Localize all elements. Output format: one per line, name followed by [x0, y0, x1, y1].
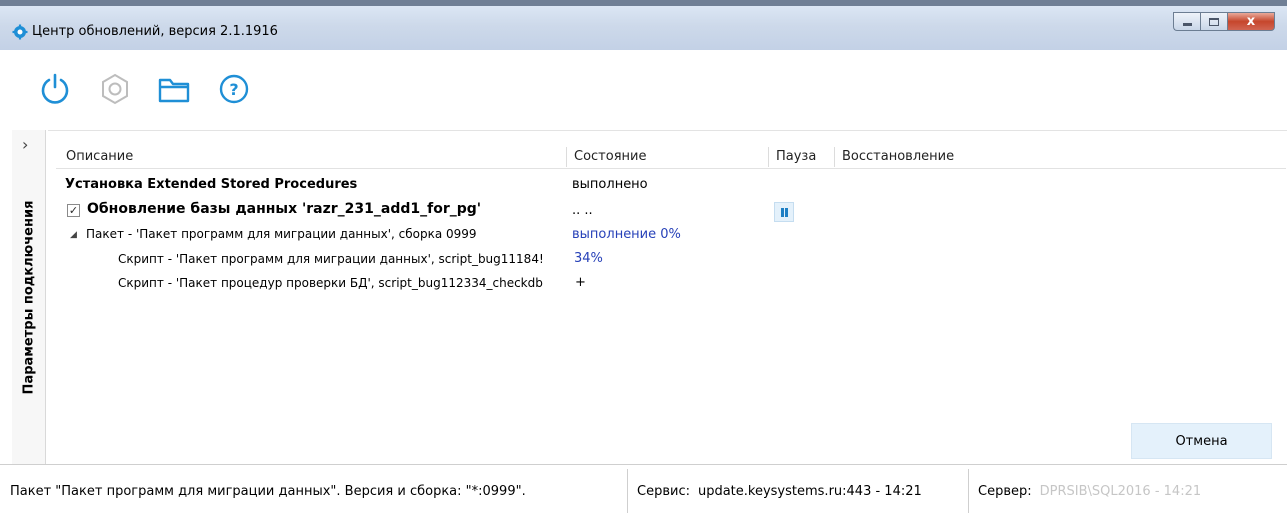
window-title: Центр обновлений, версия 2.1.1916	[32, 24, 278, 39]
table-row[interactable]: Скрипт - 'Пакет программ для миграции да…	[48, 251, 1278, 273]
table-row[interactable]: Установка Extended Stored Procedures вып…	[48, 177, 1278, 199]
column-restore[interactable]: Восстановление	[842, 149, 954, 164]
column-description[interactable]: Описание	[66, 149, 133, 164]
table-row[interactable]: Скрипт - 'Пакет процедур проверки БД', s…	[48, 275, 1278, 297]
row-status: .. ..	[572, 203, 593, 218]
column-status[interactable]: Состояние	[574, 149, 646, 164]
row-checkbox[interactable]: ✓	[67, 204, 80, 217]
table-row[interactable]: ◢ Пакет - 'Пакет программ для миграции д…	[48, 227, 1278, 249]
row-status: выполнено	[572, 177, 648, 192]
help-icon[interactable]: ?	[217, 72, 251, 106]
window-controls: x	[1173, 12, 1275, 31]
server-label: Сервер:	[978, 483, 1032, 499]
column-divider	[768, 147, 769, 167]
row-status: +	[575, 275, 586, 290]
column-divider	[566, 147, 567, 167]
toolbar: ?	[0, 50, 1287, 130]
title-bar: Центр обновлений, версия 2.1.1916 x	[0, 0, 1287, 50]
row-description: Скрипт - 'Пакет процедур проверки БД', s…	[118, 276, 543, 290]
app-gear-icon	[12, 24, 28, 40]
package-info: Пакет "Пакет программ для миграции данны…	[10, 483, 526, 499]
status-divider	[968, 469, 969, 513]
status-divider	[627, 469, 628, 513]
update-center-window: Центр обновлений, версия 2.1.1916 x ? › …	[0, 0, 1287, 516]
row-description: Пакет - 'Пакет программ для миграции дан…	[86, 227, 477, 241]
table-row[interactable]: ✓ Обновление базы данных 'razr_231_add1_…	[48, 201, 1278, 223]
row-status: 34%	[574, 251, 603, 266]
column-pause[interactable]: Пауза	[776, 149, 816, 164]
settings-icon[interactable]	[98, 72, 132, 106]
update-tasks-table: Описание Состояние Пауза Восстановление …	[48, 130, 1287, 464]
row-description: Обновление базы данных 'razr_231_add1_fo…	[87, 201, 482, 217]
svg-text:?: ?	[229, 80, 238, 99]
table-header: Описание Состояние Пауза Восстановление	[56, 145, 1286, 169]
row-description: Установка Extended Stored Procedures	[65, 177, 358, 192]
cancel-button[interactable]: Отмена	[1131, 423, 1272, 459]
close-icon: x	[1246, 14, 1256, 29]
maximize-button[interactable]	[1200, 12, 1227, 31]
service-label: Сервис:	[637, 483, 690, 499]
maximize-icon	[1209, 17, 1219, 26]
folder-icon[interactable]	[157, 72, 191, 106]
collapse-toggle-icon[interactable]: ◢	[70, 230, 77, 240]
service-value: update.keysystems.ru:443 - 14:21	[697, 483, 922, 499]
server-info: Сервер: DPRSIB\SQL2016 - 14:21	[978, 465, 1201, 516]
minimize-button[interactable]	[1173, 12, 1200, 31]
status-bar: Пакет "Пакет программ для миграции данны…	[0, 464, 1287, 516]
server-value: DPRSIB\SQL2016 - 14:21	[1039, 483, 1202, 499]
connection-settings-label: Параметры подключения	[21, 200, 37, 395]
power-icon[interactable]	[38, 72, 72, 106]
service-info: Сервис: update.keysystems.ru:443 - 14:21	[637, 465, 922, 516]
close-button[interactable]: x	[1227, 12, 1275, 31]
minimize-icon	[1182, 23, 1192, 26]
connection-settings-panel[interactable]: › Параметры подключения	[12, 130, 46, 464]
row-status: выполнение 0%	[572, 227, 681, 242]
row-description: Скрипт - 'Пакет программ для миграции да…	[118, 252, 544, 266]
pause-button[interactable]	[774, 202, 794, 222]
column-divider	[834, 147, 835, 167]
